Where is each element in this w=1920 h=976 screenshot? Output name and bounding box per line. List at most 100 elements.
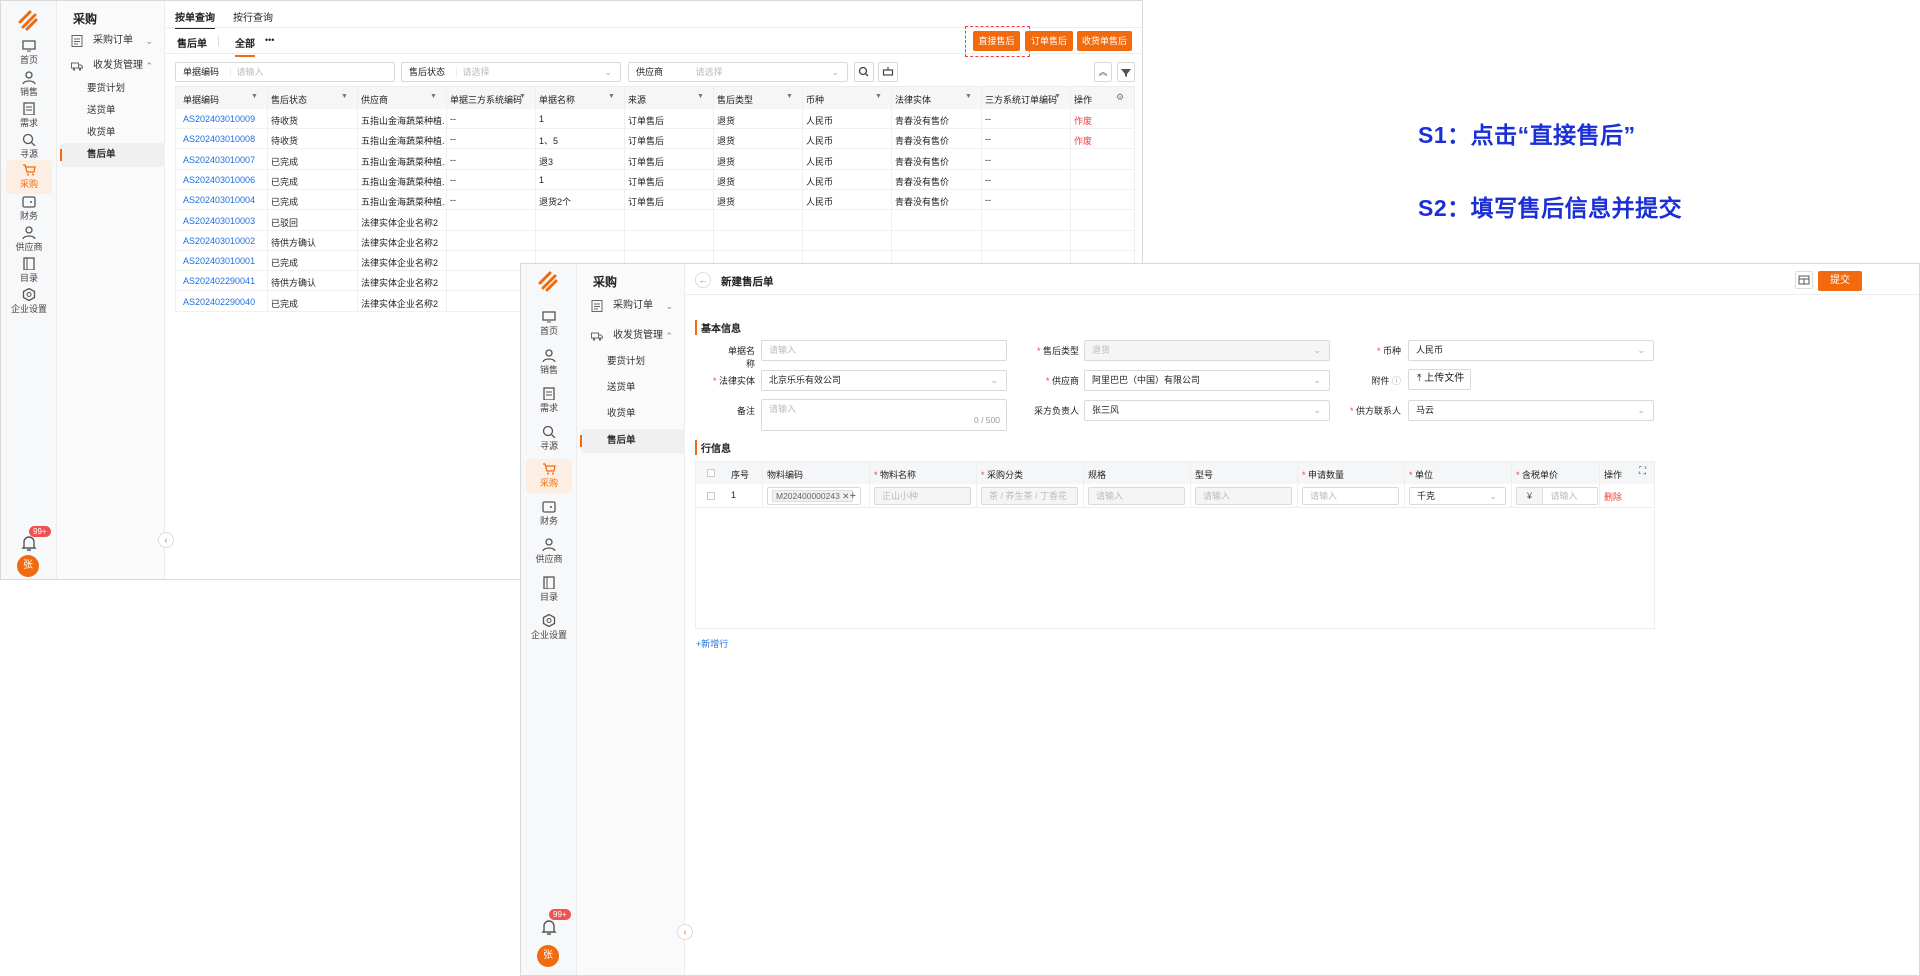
tab-by-order[interactable]: 按单查询 xyxy=(175,9,215,29)
remark-textarea[interactable]: 请输入 0 / 500 xyxy=(761,399,1007,431)
rail-catalog[interactable]: 目录 xyxy=(1,254,57,288)
bell-icon[interactable] xyxy=(539,917,559,937)
rail-demand[interactable]: 需求 xyxy=(521,384,577,418)
quantity-input[interactable]: 请输入 xyxy=(1302,487,1399,505)
rail-sourcing[interactable]: 寻源 xyxy=(1,130,57,164)
add-row-link[interactable]: +新增行 xyxy=(696,637,728,650)
table-row[interactable]: AS202403010006 已完成 五指山金海蔬菜种植... -- 1 订单售后 退货 人民… xyxy=(176,170,1134,190)
table-row[interactable]: AS202403010002 待供方确认 法律实体企业名称2 xyxy=(176,231,1134,251)
rail-sales[interactable]: 销售 xyxy=(521,346,577,380)
filter-icon[interactable]: ▼ xyxy=(1054,93,1061,100)
avatar[interactable]: 张 xyxy=(17,555,39,577)
filter-icon[interactable]: ▼ xyxy=(697,93,704,100)
status-filter[interactable]: 售后状态 请选择 ⌄ xyxy=(401,62,621,82)
doc-code-link[interactable]: AS202403010004 xyxy=(183,195,255,205)
material-name-input[interactable]: 正山小种 xyxy=(874,487,971,505)
column-header[interactable]: 操作 xyxy=(1074,93,1092,106)
doc-code-link[interactable]: AS202403010006 xyxy=(183,175,255,185)
fullscreen-icon[interactable]: ⛶ xyxy=(1639,466,1646,477)
column-header[interactable]: 三方系统订单编码 xyxy=(985,93,1057,106)
table-row[interactable]: AS202403010007 已完成 五指山金海蔬菜种植... -- 退3 订单售后 退货 人… xyxy=(176,150,1134,170)
filter-icon[interactable]: ▼ xyxy=(965,93,972,100)
order-aftersales-button[interactable]: 订单售后 xyxy=(1025,31,1073,51)
rail-finance[interactable]: 财务 xyxy=(1,192,57,226)
close-icon[interactable]: ✕ xyxy=(842,491,849,501)
rail-finance[interactable]: 财务 xyxy=(521,497,577,531)
menu-purchase-order[interactable]: 采购订单 ⌄ xyxy=(577,294,685,318)
material-code-input[interactable]: M202400000243 ✕ + xyxy=(767,487,861,505)
type-select[interactable]: 退货 ⌄ xyxy=(1084,340,1330,361)
column-header[interactable]: 币种 xyxy=(806,93,824,106)
menu-purchase-order[interactable]: 采购订单 ⌄ xyxy=(57,29,165,53)
rail-settings[interactable]: 企业设置 xyxy=(521,611,577,645)
buyer-select[interactable]: 张三风 ⌄ xyxy=(1084,400,1330,421)
column-header[interactable]: 法律实体 xyxy=(895,93,931,106)
rail-sales[interactable]: 销售 xyxy=(1,68,57,102)
filter-button[interactable] xyxy=(1117,62,1135,82)
column-header[interactable]: 单据三方系统编码 xyxy=(450,93,522,106)
filter-icon[interactable]: ▼ xyxy=(251,93,258,100)
supplier-select[interactable]: 阿里巴巴（中国）有限公司 ⌄ xyxy=(1084,370,1330,391)
submit-button[interactable]: 提交 xyxy=(1818,271,1862,291)
contact-select[interactable]: 马云 ⌄ xyxy=(1408,400,1654,421)
column-header[interactable]: 来源 xyxy=(628,93,646,106)
code-filter[interactable]: 单据编码 请输入 xyxy=(175,62,395,82)
column-header[interactable]: 售后类型 xyxy=(717,93,753,106)
more-menu[interactable]: ••• xyxy=(265,35,274,45)
menu-receiving[interactable]: 收发货管理 ⌃ xyxy=(57,54,165,78)
delete-row-link[interactable]: 删除 xyxy=(1604,490,1622,503)
clear-button[interactable] xyxy=(878,62,898,82)
doc-code-link[interactable]: AS202402290040 xyxy=(183,297,255,307)
collapse-filter-button[interactable]: ︽ xyxy=(1094,62,1112,82)
filter-icon[interactable]: ▼ xyxy=(519,93,526,100)
table-row[interactable]: AS202403010003 已驳回 法律实体企业名称2 xyxy=(176,211,1134,231)
filter-icon[interactable]: ▼ xyxy=(608,93,615,100)
table-row[interactable]: AS202403010004 已完成 五指山金海蔬菜种植... -- 退货2个 订单售后 退… xyxy=(176,190,1134,211)
column-header[interactable]: 供应商 xyxy=(361,93,388,106)
doc-name-input[interactable]: 请输入 xyxy=(761,340,1007,361)
void-link[interactable]: 作废 xyxy=(1074,134,1092,147)
row-checkbox[interactable] xyxy=(707,492,715,500)
rail-purchase[interactable]: 采购 xyxy=(6,160,52,194)
doc-code-link[interactable]: AS202403010007 xyxy=(183,155,255,165)
spec-input[interactable]: 请输入 xyxy=(1088,487,1185,505)
rail-home[interactable]: 首页 xyxy=(521,308,577,342)
tab-by-line[interactable]: 按行查询 xyxy=(233,9,273,24)
column-header[interactable]: 单据编码 xyxy=(183,93,219,106)
menu-sub-aftersales[interactable]: 售后单 xyxy=(60,143,165,167)
rail-catalog[interactable]: 目录 xyxy=(521,573,577,607)
upload-button[interactable]: ⤒ 上传文件 xyxy=(1408,369,1471,390)
table-row[interactable]: AS202403010008 待收货 五指山金海蔬菜种植... -- 1、5 订单售后 退货… xyxy=(176,129,1134,150)
column-header[interactable]: 单据名称 xyxy=(539,93,575,106)
price-input[interactable]: ¥ 请输入 xyxy=(1516,487,1598,505)
direct-aftersales-button[interactable]: 直接售后 xyxy=(973,31,1020,51)
rail-purchase[interactable]: 采购 xyxy=(526,459,572,493)
menu-receiving[interactable]: 收发货管理 ⌃ xyxy=(577,324,685,348)
rail-demand[interactable]: 需求 xyxy=(1,99,57,133)
doc-code-link[interactable]: AS202402290041 xyxy=(183,276,255,286)
table-row[interactable]: AS202403010009 待收货 五指山金海蔬菜种植... -- 1 订单售后 退货 人民… xyxy=(176,109,1134,129)
receipt-aftersales-button[interactable]: 收货单售后 xyxy=(1077,31,1132,51)
settings-icon[interactable]: ⚙ xyxy=(1116,92,1124,103)
rail-settings[interactable]: 企业设置 xyxy=(1,285,57,319)
void-link[interactable]: 作废 xyxy=(1074,114,1092,127)
doc-code-link[interactable]: AS202403010008 xyxy=(183,134,255,144)
rail-sourcing[interactable]: 寻源 xyxy=(521,422,577,456)
unit-select[interactable]: 千克 ⌄ xyxy=(1409,487,1506,505)
filter-icon[interactable]: ▼ xyxy=(430,93,437,100)
avatar[interactable]: 张 xyxy=(537,945,559,967)
add-material-icon[interactable]: + xyxy=(850,488,856,504)
layout-button[interactable] xyxy=(1795,271,1813,289)
back-button[interactable]: ← xyxy=(695,272,711,288)
filter-icon[interactable]: ▼ xyxy=(341,93,348,100)
search-button[interactable] xyxy=(854,62,874,82)
select-all-checkbox[interactable] xyxy=(707,469,715,477)
filter-icon[interactable]: ▼ xyxy=(786,93,793,100)
doc-code-link[interactable]: AS202403010003 xyxy=(183,216,255,226)
doc-code-link[interactable]: AS202403010009 xyxy=(183,114,255,124)
supplier-filter[interactable]: 供应商 请选择 ⌄ xyxy=(628,62,848,82)
filter-icon[interactable]: ▼ xyxy=(875,93,882,100)
category-select[interactable]: 茶 / 养生茶 / 丁香花 xyxy=(981,487,1078,505)
rail-home[interactable]: 首页 xyxy=(1,37,57,71)
rail-supplier[interactable]: 供应商 xyxy=(521,535,577,569)
